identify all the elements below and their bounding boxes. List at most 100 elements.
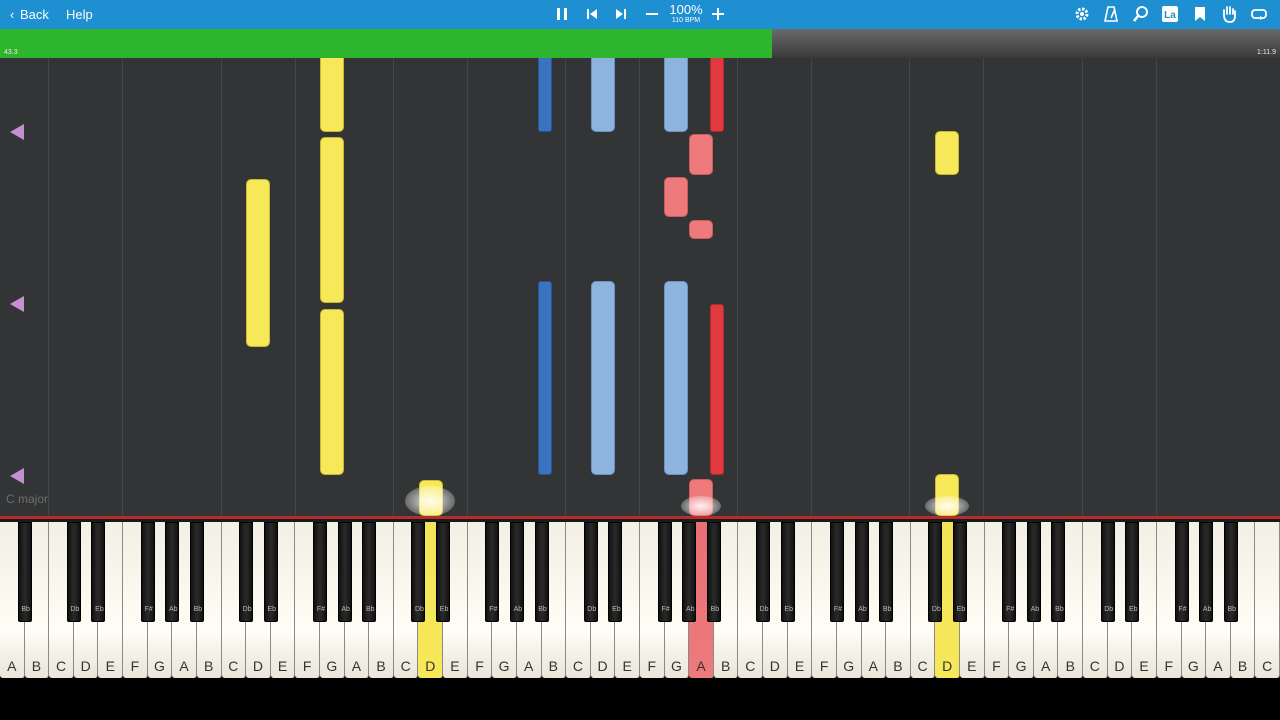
black-key[interactable]: Bb: [879, 522, 894, 622]
black-key-label: F#: [661, 606, 670, 613]
gear-icon[interactable]: [1071, 3, 1093, 25]
white-key[interactable]: C: [1255, 522, 1280, 678]
key-signature: C major: [6, 492, 49, 506]
black-key-label: Bb: [1227, 606, 1237, 613]
black-key-label: Bb: [365, 606, 375, 613]
black-key[interactable]: Bb: [189, 522, 204, 622]
black-key[interactable]: Eb: [91, 522, 106, 622]
black-key-label: Ab: [858, 606, 867, 613]
white-key-label: A: [524, 658, 534, 674]
white-key-label: F: [1164, 658, 1173, 674]
black-key-label: Eb: [267, 606, 277, 613]
black-key[interactable]: Eb: [1125, 522, 1140, 622]
black-key[interactable]: Ab: [1199, 522, 1214, 622]
black-key[interactable]: Db: [756, 522, 771, 622]
black-key[interactable]: Db: [1100, 522, 1115, 622]
black-key[interactable]: Eb: [263, 522, 278, 622]
minus-icon[interactable]: [641, 3, 663, 25]
black-key[interactable]: Db: [583, 522, 598, 622]
black-key[interactable]: Db: [239, 522, 254, 622]
measure-marker-icon[interactable]: [10, 296, 24, 312]
black-key-label: Ab: [513, 606, 523, 613]
black-key[interactable]: Db: [66, 522, 81, 622]
white-key-label: C: [917, 658, 928, 674]
magnifier-icon[interactable]: [1130, 3, 1152, 25]
black-key[interactable]: Db: [928, 522, 943, 622]
gridline: [122, 58, 123, 516]
white-key-label: C: [400, 658, 411, 674]
white-key-label: G: [670, 658, 682, 674]
bookmark-icon[interactable]: [1189, 3, 1211, 25]
black-key-label: Db: [931, 606, 941, 613]
progress-bar[interactable]: 43.3 1:11.9: [0, 29, 1280, 58]
black-key[interactable]: F#: [140, 522, 155, 622]
skip-forward-icon[interactable]: [610, 3, 632, 25]
black-key[interactable]: Eb: [436, 522, 451, 622]
black-key-label: Ab: [685, 606, 695, 613]
gridline: [48, 58, 49, 516]
pause-icon[interactable]: [551, 3, 573, 25]
black-key-label: Ab: [1202, 606, 1212, 613]
gridline: [737, 58, 738, 516]
black-key[interactable]: Ab: [509, 522, 524, 622]
piano-keyboard: ABCDEFGABCDEFGABCDEFGABCDEFGABCDEFGABCDE…: [0, 516, 1280, 678]
measure-marker-icon[interactable]: [10, 124, 24, 140]
metronome-icon[interactable]: [1100, 3, 1122, 25]
back-label: Back: [20, 7, 49, 22]
black-key[interactable]: Bb: [1051, 522, 1066, 622]
loop-icon[interactable]: [1248, 3, 1270, 25]
help-button[interactable]: Help: [58, 4, 101, 25]
black-key-label: Ab: [341, 606, 350, 613]
black-key[interactable]: F#: [1002, 522, 1017, 622]
white-key-label: B: [893, 658, 903, 674]
black-key-label: Ab: [1030, 606, 1040, 613]
black-key[interactable]: Ab: [337, 522, 352, 622]
black-key[interactable]: Bb: [534, 522, 549, 622]
note: [538, 281, 552, 475]
speed-readout[interactable]: 100% 110 BPM: [666, 3, 706, 25]
black-key[interactable]: Bb: [706, 522, 721, 622]
black-key[interactable]: F#: [657, 522, 672, 622]
white-key-label: B: [548, 658, 558, 674]
white-key-label: F: [302, 658, 312, 674]
black-key[interactable]: Eb: [780, 522, 795, 622]
white-key-label: C: [228, 658, 239, 674]
note: [664, 177, 688, 217]
white-key-label: A: [179, 658, 189, 674]
black-key[interactable]: Ab: [165, 522, 180, 622]
hand-icon[interactable]: [1218, 3, 1240, 25]
black-key[interactable]: Ab: [854, 522, 869, 622]
plus-icon[interactable]: [707, 3, 729, 25]
white-key-label: E: [967, 658, 977, 674]
black-key-label: F#: [1178, 606, 1187, 613]
label-icon[interactable]: La: [1159, 3, 1181, 25]
note: [591, 58, 615, 132]
white-key-label: E: [105, 658, 115, 674]
white-key-label: D: [769, 658, 780, 674]
black-key[interactable]: Eb: [608, 522, 623, 622]
progress-fill: [0, 29, 772, 58]
black-key[interactable]: Ab: [682, 522, 697, 622]
measure-marker-icon[interactable]: [10, 468, 24, 484]
black-key[interactable]: F#: [829, 522, 844, 622]
black-key[interactable]: Bb: [17, 522, 32, 622]
back-button[interactable]: ‹ Back: [4, 4, 57, 25]
black-key[interactable]: Eb: [953, 522, 967, 622]
black-key-label: Db: [587, 606, 597, 613]
white-key-label: C: [55, 658, 67, 674]
black-key-label: Eb: [1129, 606, 1138, 613]
black-key[interactable]: Db: [411, 522, 426, 622]
black-key-label: Bb: [710, 606, 720, 613]
skip-back-icon[interactable]: [581, 3, 603, 25]
note: [538, 58, 552, 132]
speed-bpm: 110 BPM: [671, 17, 701, 24]
black-key[interactable]: F#: [485, 522, 500, 622]
black-key[interactable]: Ab: [1026, 522, 1041, 622]
chevron-left-icon: ‹: [10, 7, 15, 22]
black-key[interactable]: F#: [1174, 522, 1189, 622]
black-key[interactable]: F#: [313, 522, 327, 622]
note: [320, 137, 344, 303]
black-key[interactable]: Bb: [1223, 522, 1238, 622]
label-icon-text: La: [1164, 10, 1176, 21]
black-key[interactable]: Bb: [362, 522, 377, 622]
